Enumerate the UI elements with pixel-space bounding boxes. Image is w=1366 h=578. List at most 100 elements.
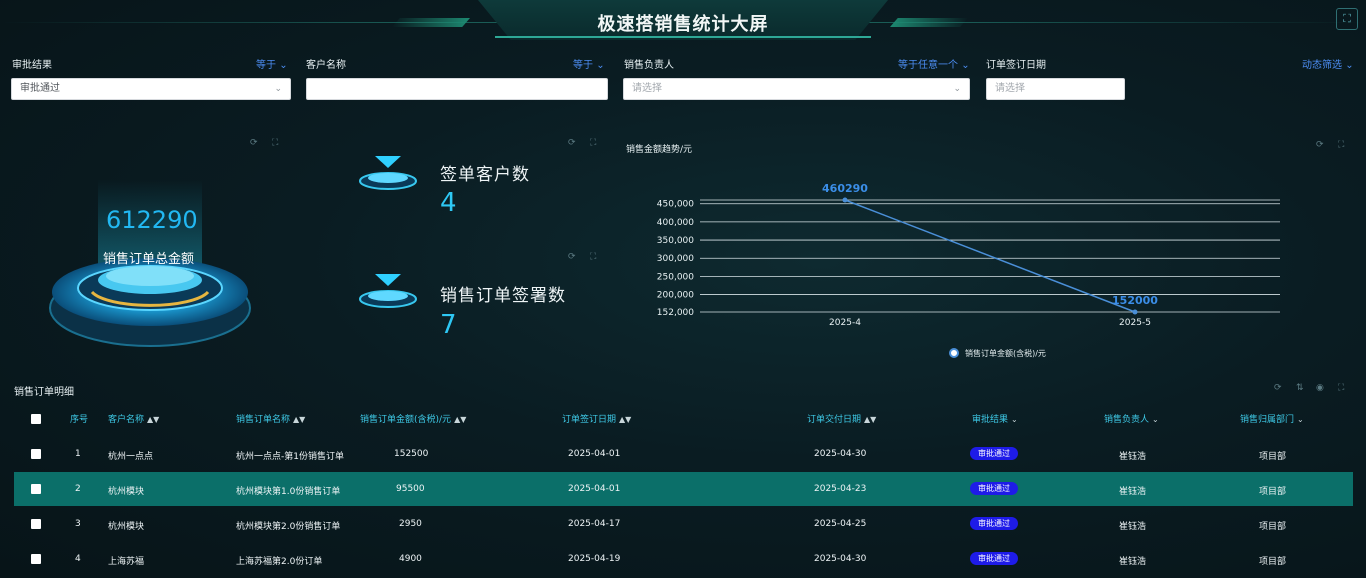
chevron-down-icon: ⌄ (279, 60, 288, 71)
filter-operator-owner[interactable]: 等于任意一个 ⌄ (898, 56, 970, 71)
header-deco-left (392, 18, 470, 27)
cell-order: 杭州模块第1.0份销售订单 (236, 487, 341, 497)
data-label: 152000 (1112, 294, 1158, 307)
approval-select[interactable]: 审批通过 ⌄ (11, 78, 291, 100)
sort-icon[interactable]: ▲▼ (293, 415, 305, 424)
owner-select[interactable]: 请选择 ⌄ (623, 78, 970, 100)
cell-deliver-date: 2025-04-30 (814, 449, 867, 459)
x-tick-label: 2025-4 (829, 318, 861, 328)
fullscreen-icon[interactable]: ⛶ (1336, 8, 1358, 30)
legend-label: 销售订单金额(含税)/元 (965, 348, 1046, 358)
filter-operator-customer[interactable]: 等于 ⌄ (573, 56, 605, 71)
sort-icon[interactable]: ▲▼ (864, 415, 876, 424)
filter-icon[interactable]: ⌄ (1297, 415, 1304, 424)
customer-input[interactable] (306, 78, 608, 100)
cell-dept: 项目部 (1259, 487, 1287, 497)
y-tick-label: 250,000 (657, 272, 694, 282)
col-header-owner[interactable]: 销售负责人 ⌄ (1104, 412, 1159, 425)
cell-owner: 崔钰浩 (1119, 522, 1147, 532)
data-label: 460290 (822, 182, 868, 195)
select-all-checkbox[interactable] (31, 414, 41, 424)
header-deco-right (890, 18, 968, 27)
cell-amount: 152500 (394, 449, 429, 459)
chevron-down-icon: ⌄ (274, 84, 282, 94)
y-tick-label: 400,000 (657, 218, 694, 228)
expand-icon[interactable]: ⛶ (1338, 140, 1344, 150)
col-header-amount[interactable]: 销售订单金额(含税)/元 ▲▼ (360, 412, 466, 425)
status-badge: 审批通过 (970, 517, 1018, 530)
col-header-no: 序号 (70, 415, 89, 425)
customer-count-label: 签单客户数 (440, 165, 530, 185)
expand-icon[interactable]: ⛶ (590, 138, 596, 148)
table-row[interactable]: 4 上海苏福 上海苏福第2.0份订单 4900 2025-04-19 2025-… (14, 542, 1353, 576)
cell-deliver-date: 2025-04-30 (814, 554, 867, 564)
cell-order: 杭州一点点-第1份销售订单 (236, 452, 344, 462)
chevron-down-icon: ⌄ (596, 60, 605, 71)
row-checkbox[interactable] (31, 449, 41, 459)
cell-sign-date: 2025-04-01 (568, 484, 621, 494)
row-checkbox[interactable] (31, 484, 41, 494)
refresh-icon[interactable]: ⟳ (250, 138, 258, 148)
cell-customer: 杭州一点点 (108, 452, 154, 462)
cell-order: 上海苏福第2.0份订单 (236, 557, 323, 567)
expand-icon[interactable]: ⛶ (590, 252, 596, 262)
filter-icon[interactable]: ⌄ (1011, 415, 1018, 424)
cell-deliver-date: 2025-04-23 (814, 484, 867, 494)
approval-select-value: 审批通过 (20, 83, 60, 94)
filter-label-owner: 销售负责人 (624, 60, 674, 71)
table-row[interactable]: 2 杭州模块 杭州模块第1.0份销售订单 95500 2025-04-01 20… (14, 472, 1353, 506)
table-row[interactable]: 1 杭州一点点 杭州一点点-第1份销售订单 152500 2025-04-01 … (14, 437, 1353, 471)
cell-no: 2 (75, 484, 81, 494)
chevron-down-icon: ⌄ (953, 84, 961, 94)
cell-owner: 崔钰浩 (1119, 452, 1147, 462)
order-count-value: 7 (440, 310, 457, 340)
refresh-icon[interactable]: ⟳ (568, 252, 576, 262)
status-badge: 审批通过 (970, 552, 1018, 565)
expand-icon[interactable]: ⛶ (1338, 383, 1344, 393)
col-header-customer[interactable]: 客户名称 ▲▼ (108, 412, 159, 425)
sort-icon[interactable]: ▲▼ (147, 415, 159, 424)
total-amount-value: 612290 (106, 206, 198, 234)
eye-icon[interactable]: ◉ (1316, 383, 1324, 393)
sign-date-picker[interactable]: 请选择 (986, 78, 1125, 100)
row-checkbox[interactable] (31, 554, 41, 564)
data-point (1132, 309, 1138, 315)
refresh-icon[interactable]: ⟳ (1316, 140, 1324, 150)
dynamic-filter-button[interactable]: 动态筛选 ⌄ (1302, 56, 1354, 71)
chevron-down-icon: ⌄ (1345, 60, 1354, 71)
sort-settings-icon[interactable]: ⇅ (1296, 383, 1304, 393)
cell-dept: 项目部 (1259, 522, 1287, 532)
col-header-sign-date[interactable]: 订单签订日期 ▲▼ (562, 412, 631, 425)
cell-customer: 杭州模块 (108, 522, 145, 532)
table-row[interactable]: 3 杭州模块 杭州模块第2.0份销售订单 2950 2025-04-17 202… (14, 507, 1353, 541)
col-header-order[interactable]: 销售订单名称 ▲▼ (236, 412, 305, 425)
col-header-status[interactable]: 审批结果 ⌄ (972, 412, 1018, 425)
cell-owner: 崔钰浩 (1119, 557, 1147, 567)
sort-icon[interactable]: ▲▼ (454, 415, 466, 424)
legend-marker (949, 348, 959, 358)
row-checkbox[interactable] (31, 519, 41, 529)
y-tick-label: 350,000 (657, 236, 694, 246)
sign-date-placeholder: 请选择 (995, 83, 1025, 94)
cell-no: 3 (75, 519, 81, 529)
sales-trend-chart: 152,000 200,000 250,000 300,000 350,000 400,0… (657, 182, 1280, 358)
cell-owner: 崔钰浩 (1119, 487, 1147, 497)
table-title: 销售订单明细 (14, 387, 74, 398)
refresh-icon[interactable]: ⟳ (568, 138, 576, 148)
filter-icon[interactable]: ⌄ (1152, 415, 1159, 424)
series-line (844, 199, 1136, 313)
col-header-deliver-date[interactable]: 订单交付日期 ▲▼ (807, 412, 876, 425)
chart-title: 销售金额趋势/元 (626, 145, 693, 155)
refresh-icon[interactable]: ⟳ (1274, 383, 1282, 393)
chevron-down-icon: ⌄ (961, 60, 970, 71)
filter-label-customer: 客户名称 (306, 60, 346, 71)
col-header-dept[interactable]: 销售归属部门 ⌄ (1240, 412, 1304, 425)
filter-operator-approval[interactable]: 等于 ⌄ (256, 56, 288, 71)
sort-icon[interactable]: ▲▼ (619, 415, 631, 424)
stat-podium-icon (359, 156, 417, 190)
expand-icon[interactable]: ⛶ (272, 138, 278, 148)
filter-label-approval: 审批结果 (12, 60, 52, 71)
y-tick-label: 152,000 (657, 308, 694, 318)
cell-customer: 杭州模块 (108, 487, 145, 497)
stat-podium-icon (359, 274, 417, 308)
